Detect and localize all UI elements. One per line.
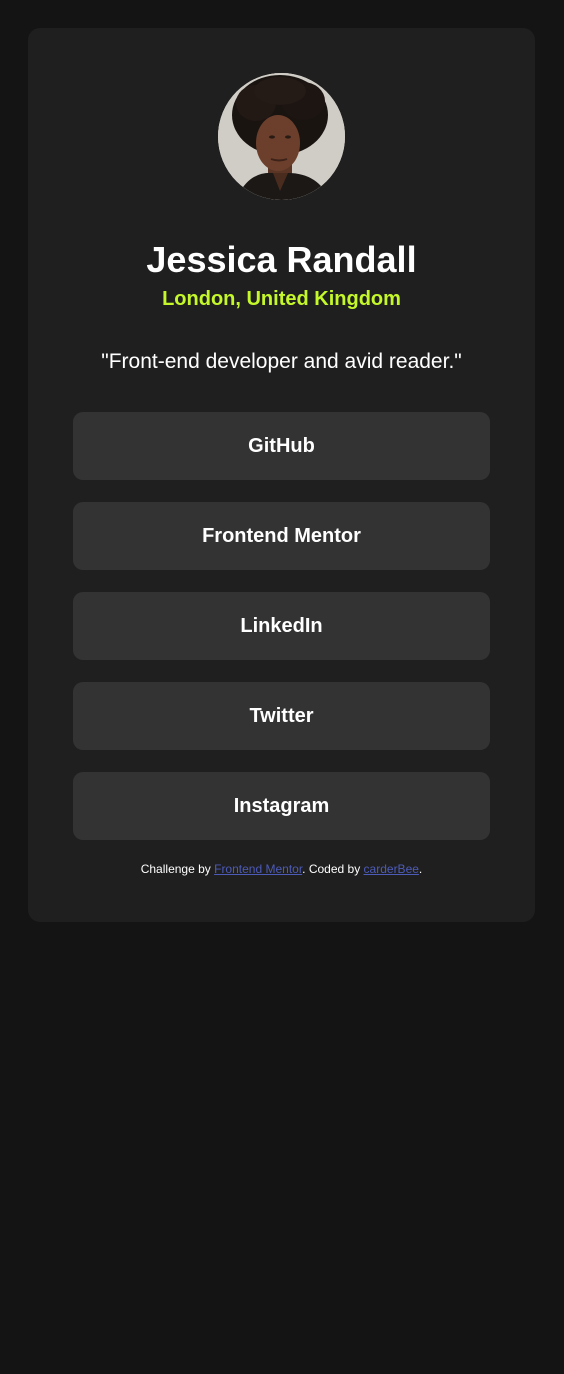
profile-location: London, United Kingdom: [162, 288, 401, 310]
attribution-prefix: Challenge by: [140, 862, 215, 876]
author-link[interactable]: carderBee: [364, 862, 419, 876]
linkedin-link-button[interactable]: LinkedIn: [73, 592, 490, 660]
twitter-link-button[interactable]: Twitter: [73, 682, 490, 750]
instagram-link-button[interactable]: Instagram: [73, 772, 490, 840]
profile-bio: "Front-end developer and avid reader.": [101, 350, 462, 373]
attribution-middle: . Coded by: [302, 862, 364, 876]
attribution: Challenge by Frontend Mentor. Coded by c…: [28, 861, 535, 877]
challenge-link[interactable]: Frontend Mentor: [214, 862, 302, 876]
github-link-button[interactable]: GitHub: [73, 412, 490, 480]
attribution-suffix: .: [418, 862, 423, 876]
social-links-list: GitHub Frontend Mentor LinkedIn Twitter …: [73, 412, 490, 862]
profile-card: Jessica Randall London, United Kingdom "…: [28, 28, 535, 922]
profile-photo-icon: [218, 73, 345, 200]
profile-name: Jessica Randall: [146, 239, 417, 280]
frontend-mentor-link-button[interactable]: Frontend Mentor: [73, 502, 490, 570]
avatar: [218, 73, 345, 200]
